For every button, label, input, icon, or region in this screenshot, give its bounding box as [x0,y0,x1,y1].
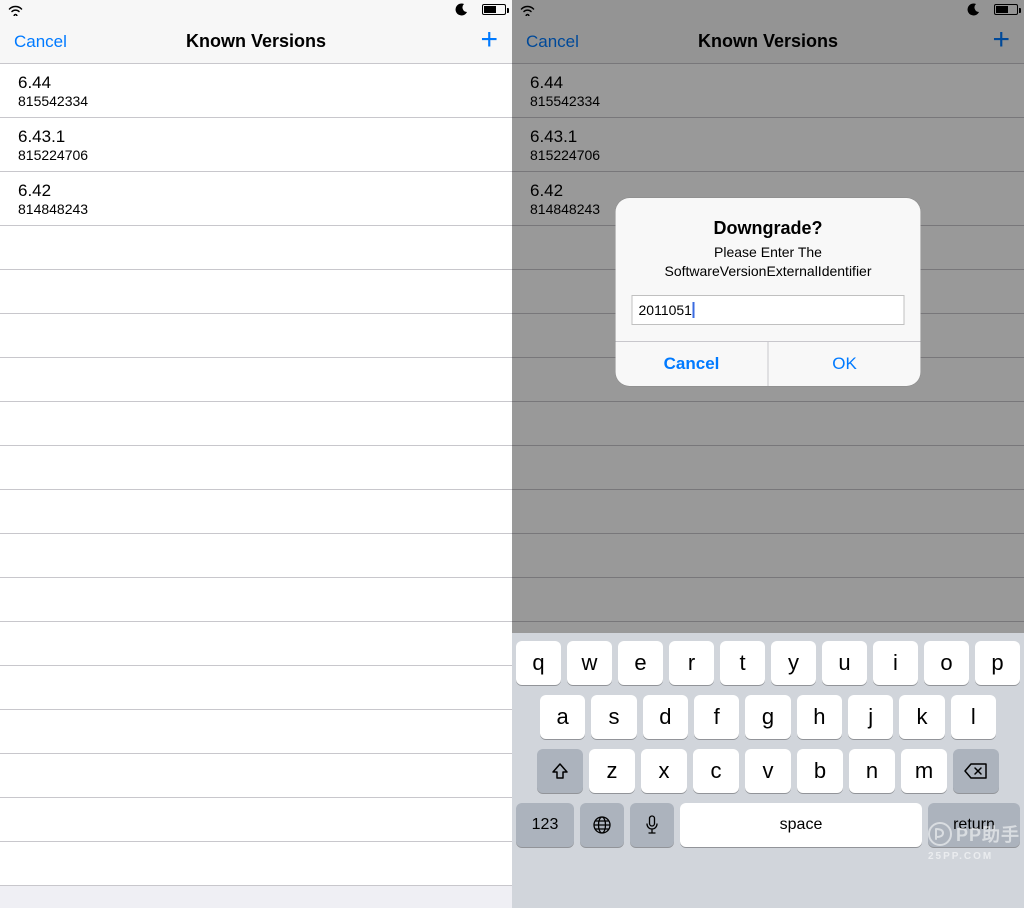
do-not-disturb-icon [455,3,468,16]
cancel-button[interactable]: Cancel [14,20,67,64]
keyboard-row-3: z x c v b n m [516,749,1020,793]
key-s[interactable]: s [591,695,636,739]
key-v[interactable]: v [745,749,791,793]
downgrade-alert: Downgrade? Please Enter The SoftwareVers… [616,198,921,386]
key-d[interactable]: d [643,695,688,739]
key-e[interactable]: e [618,641,663,685]
keyboard-row-1: q w e r t y u i o p [516,641,1020,685]
key-n[interactable]: n [849,749,895,793]
version-id: 814848243 [18,201,498,217]
alert-buttons: Cancel OK [616,341,921,386]
empty-rows [0,226,512,886]
key-j[interactable]: j [848,695,893,739]
shift-key[interactable] [537,749,583,793]
key-h[interactable]: h [797,695,842,739]
nav-bar: Cancel Known Versions + [0,20,512,64]
add-button[interactable]: + [480,20,498,60]
keyboard-row-2: a s d f g h j k l [516,695,1020,739]
return-key[interactable]: return [928,803,1020,847]
space-key[interactable]: space [680,803,922,847]
version-label: 6.42 [18,181,498,201]
globe-key[interactable] [580,803,624,847]
key-b[interactable]: b [797,749,843,793]
right-phone: Cancel Known Versions + 6.44 815542334 6… [512,0,1024,908]
version-row[interactable]: 6.42 814848243 [0,172,512,226]
dual-screenshot-container: Cancel Known Versions + 6.44 815542334 6… [0,0,1024,908]
key-t[interactable]: t [720,641,765,685]
alert-title: Downgrade? [616,198,921,243]
key-o[interactable]: o [924,641,969,685]
key-q[interactable]: q [516,641,561,685]
alert-ok-button[interactable]: OK [769,342,921,386]
versions-list: 6.44 815542334 6.43.1 815224706 6.42 814… [0,64,512,226]
key-x[interactable]: x [641,749,687,793]
key-k[interactable]: k [899,695,944,739]
status-bar [0,0,512,20]
key-m[interactable]: m [901,749,947,793]
version-label: 6.43.1 [18,127,498,147]
key-w[interactable]: w [567,641,612,685]
keyboard: q w e r t y u i o p a s d f g h j k l [512,633,1024,908]
version-id: 815224706 [18,147,498,163]
key-y[interactable]: y [771,641,816,685]
key-r[interactable]: r [669,641,714,685]
key-i[interactable]: i [873,641,918,685]
alert-cancel-button[interactable]: Cancel [616,342,769,386]
wifi-icon [8,4,23,16]
dictation-key[interactable] [630,803,674,847]
keyboard-row-4: 123 space return [516,803,1020,847]
numbers-key[interactable]: 123 [516,803,574,847]
key-c[interactable]: c [693,749,739,793]
key-f[interactable]: f [694,695,739,739]
key-z[interactable]: z [589,749,635,793]
key-u[interactable]: u [822,641,867,685]
page-title: Known Versions [186,31,326,52]
key-a[interactable]: a [540,695,585,739]
key-l[interactable]: l [951,695,996,739]
left-phone: Cancel Known Versions + 6.44 815542334 6… [0,0,512,908]
key-g[interactable]: g [745,695,790,739]
version-row[interactable]: 6.44 815542334 [0,64,512,118]
version-row[interactable]: 6.43.1 815224706 [0,118,512,172]
version-label: 6.44 [18,73,498,93]
identifier-input[interactable] [632,295,905,325]
key-p[interactable]: p [975,641,1020,685]
backspace-key[interactable] [953,749,999,793]
version-id: 815542334 [18,93,498,109]
alert-message: Please Enter The SoftwareVersionExternal… [616,243,921,295]
